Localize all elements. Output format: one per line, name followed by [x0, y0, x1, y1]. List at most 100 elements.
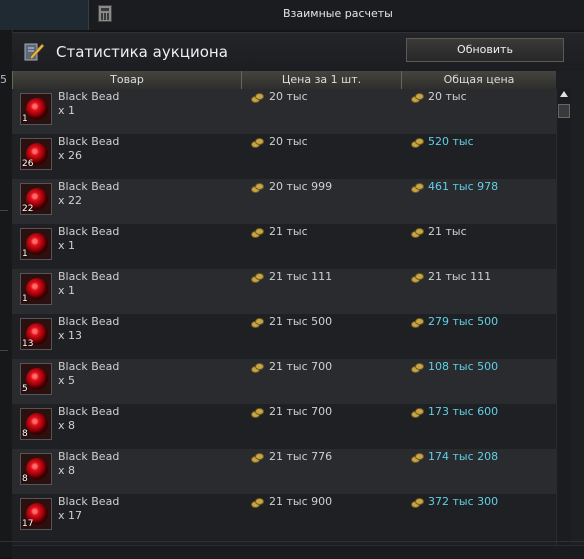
- item-count: x 5: [58, 374, 76, 387]
- item-name: Black Bead: [58, 495, 120, 508]
- divider: [0, 541, 584, 542]
- item-count: x 8: [58, 464, 76, 477]
- item-count: x 17: [58, 509, 83, 522]
- coin-icon: [411, 498, 424, 508]
- unit-price: 21 тыс: [269, 225, 308, 238]
- black-bead-item-icon[interactable]: 1: [20, 93, 52, 125]
- quantity-badge: 17: [22, 519, 34, 529]
- bead-icon: [26, 368, 48, 390]
- coin-icon: [251, 498, 264, 508]
- scroll-up-arrow-icon[interactable]: [560, 91, 568, 97]
- unit-price: 21 тыс 900: [269, 495, 333, 508]
- table-row[interactable]: 1 Black Bead x 1 21 тыс 111 21 тыс 111: [12, 269, 556, 314]
- scroll-thumb[interactable]: [558, 104, 570, 118]
- table-row[interactable]: 5 Black Bead x 5 21 тыс 700 108 тыс 500: [12, 359, 556, 404]
- quantity-badge: 13: [22, 339, 34, 349]
- coin-icon: [251, 93, 264, 103]
- total-price: 108 тыс 500: [428, 360, 499, 373]
- settlements-tab-title[interactable]: Взаимные расчеты: [283, 7, 393, 20]
- black-bead-item-icon[interactable]: 5: [20, 363, 52, 395]
- quantity-badge: 1: [22, 114, 28, 124]
- bead-icon: [26, 233, 48, 255]
- top-bar: Взаимные расчеты: [0, 0, 584, 30]
- coin-icon: [411, 453, 424, 463]
- item-name: Black Bead: [58, 405, 120, 418]
- item-name: Black Bead: [58, 90, 120, 103]
- table-row[interactable]: 1 Black Bead x 1 21 тыс 21 тыс: [12, 224, 556, 269]
- black-bead-item-icon[interactable]: 8: [20, 408, 52, 440]
- bead-icon: [26, 458, 48, 480]
- item-name: Black Bead: [58, 450, 120, 463]
- black-bead-item-icon[interactable]: 8: [20, 453, 52, 485]
- quantity-badge: 1: [22, 294, 28, 304]
- refresh-button[interactable]: Обновить: [406, 38, 564, 62]
- black-bead-item-icon[interactable]: 26: [20, 138, 52, 170]
- coin-icon: [251, 408, 264, 418]
- quantity-badge: 5: [22, 384, 28, 394]
- total-price: 520 тыс: [428, 135, 474, 148]
- coin-icon: [411, 318, 424, 328]
- quantity-badge: 8: [22, 429, 28, 439]
- unit-price: 20 тыс: [269, 90, 308, 103]
- total-price: 20 тыс: [428, 90, 467, 103]
- item-name: Black Bead: [58, 270, 120, 283]
- item-count: x 26: [58, 149, 83, 162]
- item-count: x 1: [58, 284, 76, 297]
- bead-icon: [26, 98, 48, 120]
- item-name: Black Bead: [58, 360, 120, 373]
- unit-price: 21 тыс 111: [269, 270, 333, 283]
- table-row[interactable]: 8 Black Bead x 8 21 тыс 776 174 тыс 208: [12, 449, 556, 494]
- coin-icon: [251, 453, 264, 463]
- scrollbar[interactable]: [556, 89, 571, 545]
- unit-price: 21 тыс 500: [269, 315, 333, 328]
- item-count: x 1: [58, 104, 76, 117]
- auction-results-list: 1 Black Bead x 1 20 тыс 20 тыс 26 Black Bead x …: [12, 89, 556, 545]
- left-edge-number: 5: [0, 73, 7, 86]
- calculator-icon[interactable]: [98, 5, 112, 22]
- table-row[interactable]: 26 Black Bead x 26 20 тыс 520 тыс: [12, 134, 556, 179]
- coin-icon: [251, 318, 264, 328]
- unit-price: 21 тыс 700: [269, 360, 333, 373]
- top-bar-left-panel: [0, 0, 89, 30]
- quantity-badge: 1: [22, 249, 28, 259]
- table-row[interactable]: 13 Black Bead x 13 21 тыс 500 279 тыс 500: [12, 314, 556, 359]
- coin-icon: [251, 228, 264, 238]
- total-price: 174 тыс 208: [428, 450, 499, 463]
- total-price: 21 тыс: [428, 225, 467, 238]
- unit-price: 21 тыс 776: [269, 450, 333, 463]
- panel-title: Статистика аукциона: [56, 43, 228, 61]
- black-bead-item-icon[interactable]: 22: [20, 183, 52, 215]
- coin-icon: [411, 408, 424, 418]
- item-name: Black Bead: [58, 225, 120, 238]
- total-price: 372 тыс 300: [428, 495, 499, 508]
- item-count: x 8: [58, 419, 76, 432]
- coin-icon: [251, 363, 264, 373]
- quantity-badge: 22: [22, 204, 34, 214]
- total-price: 173 тыс 600: [428, 405, 499, 418]
- black-bead-item-icon[interactable]: 17: [20, 498, 52, 530]
- bead-icon: [26, 413, 48, 435]
- table-row[interactable]: 22 Black Bead x 22 20 тыс 999 461 тыс 978: [12, 179, 556, 224]
- column-header-item[interactable]: Товар: [12, 71, 241, 89]
- total-price: 461 тыс 978: [428, 180, 499, 193]
- item-name: Black Bead: [58, 180, 120, 193]
- table-row[interactable]: 17 Black Bead x 17 21 тыс 900 372 тыс 300: [12, 494, 556, 539]
- item-count: x 13: [58, 329, 83, 342]
- item-name: Black Bead: [58, 135, 120, 148]
- coin-icon: [411, 183, 424, 193]
- table-row[interactable]: 1 Black Bead x 1 20 тыс 20 тыс: [12, 89, 556, 134]
- total-price: 279 тыс 500: [428, 315, 499, 328]
- unit-price: 20 тыс: [269, 135, 308, 148]
- item-name: Black Bead: [58, 315, 120, 328]
- table-row[interactable]: 8 Black Bead x 8 21 тыс 700 173 тыс 600: [12, 404, 556, 449]
- item-count: x 22: [58, 194, 83, 207]
- column-header-total-price[interactable]: Общая цена: [401, 71, 556, 89]
- coin-icon: [411, 363, 424, 373]
- black-bead-item-icon[interactable]: 1: [20, 273, 52, 305]
- black-bead-item-icon[interactable]: 13: [20, 318, 52, 350]
- column-header-unit-price[interactable]: Цена за 1 шт.: [241, 71, 401, 89]
- unit-price: 20 тыс 999: [269, 180, 333, 193]
- auction-statistics-panel: Статистика аукциона Обновить Товар Цена …: [12, 32, 584, 559]
- item-count: x 1: [58, 239, 76, 252]
- black-bead-item-icon[interactable]: 1: [20, 228, 52, 260]
